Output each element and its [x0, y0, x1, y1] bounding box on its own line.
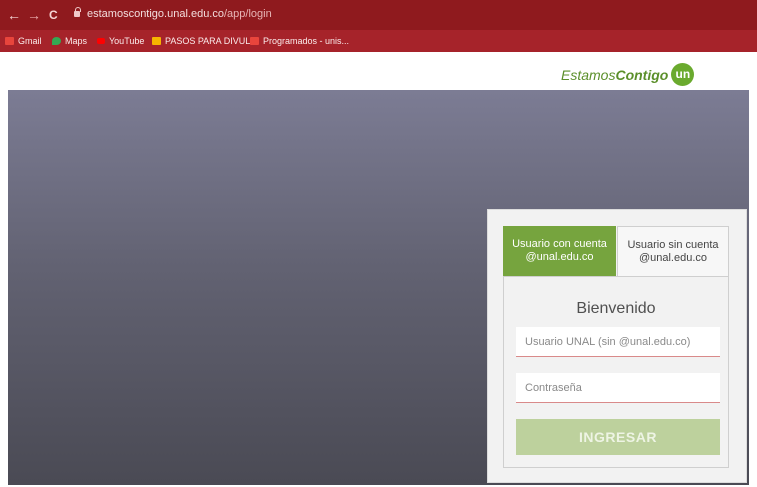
- tab-label-line1: Usuario con cuenta: [512, 238, 607, 250]
- bookmark-label: YouTube: [109, 36, 145, 46]
- bookmark-label: Maps: [65, 36, 88, 46]
- bookmark-label: Gmail: [18, 36, 42, 46]
- bookmark-gmail[interactable]: Gmail: [5, 34, 42, 48]
- maps-icon: [52, 37, 61, 45]
- gmail-icon: [250, 37, 259, 45]
- url-domain: estamoscontigo.unal.edu.co: [87, 8, 224, 20]
- brand-name: EstamosContigo: [561, 66, 669, 83]
- browser-address-bar: ← → C estamoscontigo.unal.edu.co/app/log…: [0, 0, 757, 30]
- password-input[interactable]: [516, 373, 720, 403]
- youtube-icon: [97, 38, 105, 44]
- tab-user-without-account[interactable]: Usuario sin cuenta @unal.edu.co: [617, 226, 729, 276]
- url-path: /app/login: [223, 8, 272, 20]
- bookmark-label: PASOS PARA DIVUL...: [165, 36, 258, 46]
- back-arrow-icon[interactable]: ←: [7, 7, 21, 23]
- bookmark-label: Programados - unis...: [263, 36, 350, 46]
- bookmark-pasos-para-divul[interactable]: PASOS PARA DIVUL...: [152, 34, 258, 48]
- un-logo-icon: un: [671, 63, 695, 86]
- username-input[interactable]: [516, 327, 720, 357]
- tab-label-line2: @unal.edu.co: [525, 251, 594, 263]
- tab-user-with-account[interactable]: Usuario con cuenta @unal.edu.co: [503, 226, 616, 276]
- tab-label-line2: @unal.edu.co: [638, 251, 708, 264]
- login-submit-button[interactable]: INGRESAR: [516, 419, 720, 455]
- login-panel: Usuario con cuenta @unal.edu.co Usuario …: [487, 209, 747, 483]
- bookmark-youtube[interactable]: YouTube: [97, 34, 144, 48]
- login-form: Bienvenido INGRESAR: [503, 276, 729, 468]
- bookmark-programados-unis[interactable]: Programados - unis...: [250, 34, 349, 48]
- bookmark-maps[interactable]: Maps: [52, 34, 87, 48]
- estamos-contigo-logo[interactable]: EstamosContigo un: [561, 63, 695, 86]
- tab-label-line1: Usuario sin cuenta: [627, 238, 719, 251]
- reload-icon[interactable]: C: [49, 7, 58, 23]
- bookmarks-bar: Gmail Maps YouTube PASOS PARA DIVUL... P…: [0, 30, 757, 52]
- forward-arrow-icon[interactable]: →: [27, 7, 41, 23]
- gmail-icon: [5, 37, 14, 45]
- folder-icon: [152, 37, 161, 45]
- url-field[interactable]: estamoscontigo.unal.edu.co/app/login: [87, 8, 272, 20]
- lock-icon: [74, 7, 81, 17]
- welcome-heading: Bienvenido: [576, 300, 656, 317]
